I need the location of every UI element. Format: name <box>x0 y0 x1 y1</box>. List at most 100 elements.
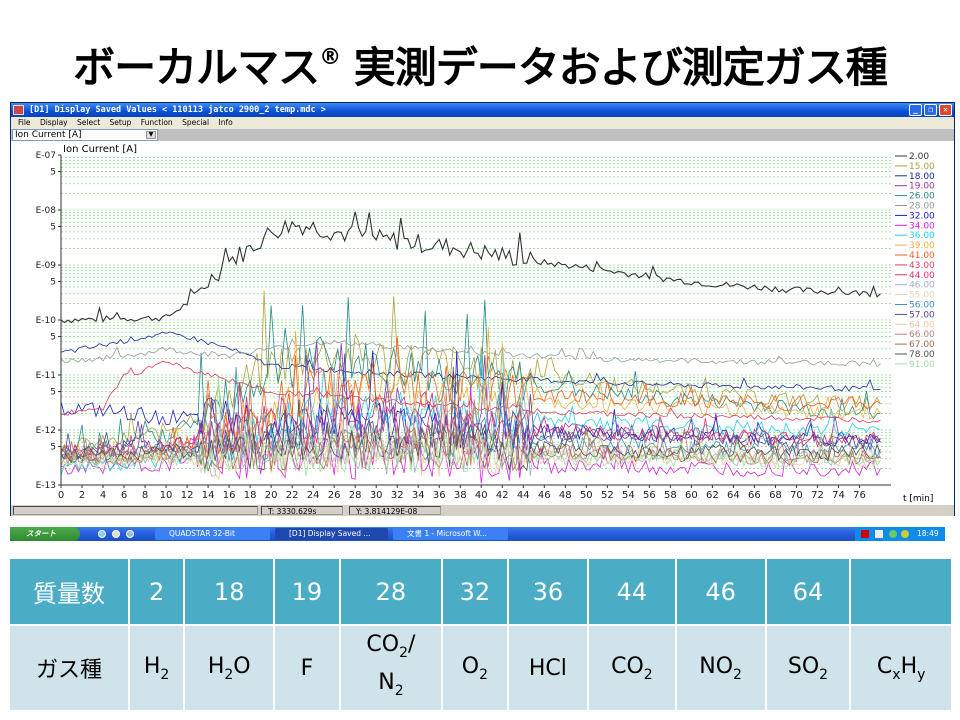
legend-label: 43.00 <box>909 261 935 271</box>
series-line-18-00 <box>60 331 881 392</box>
mass-number-cell: 44 <box>587 557 677 626</box>
media-icon[interactable] <box>112 530 120 538</box>
x-axis-label: t [min] <box>903 494 933 504</box>
taskbar: スタート QUADSTAR 32-Bit [D1] Display Saved … <box>10 527 945 541</box>
help-icon[interactable] <box>875 530 883 538</box>
series-line-36-00 <box>60 346 881 476</box>
legend-label: 28.00 <box>909 202 935 212</box>
x-tick-label: 28 <box>349 490 362 501</box>
x-tick-label: 56 <box>643 490 656 501</box>
y-tick-label: 5 <box>50 443 56 453</box>
x-tick-label: 4 <box>100 490 106 501</box>
x-tick-label: 6 <box>121 490 127 501</box>
task-word-document[interactable]: 文書 1 - Microsoft W... <box>393 528 508 540</box>
x-tick-label: 76 <box>853 490 866 501</box>
close-button[interactable]: ✕ <box>939 104 952 116</box>
legend-label: 26.00 <box>909 192 935 202</box>
x-tick-label: 10 <box>160 490 173 501</box>
desktop-icon[interactable] <box>126 530 134 538</box>
x-tick-label: 34 <box>412 490 425 501</box>
ie-icon[interactable] <box>98 530 106 538</box>
gas-species-row: ガス種 H2 H2O F CO2/N2 O2 HCl CO2 NO2 SO2 C… <box>8 624 953 712</box>
menu-select[interactable]: Select <box>77 117 100 129</box>
restore-button[interactable]: ❐ <box>924 104 937 116</box>
menu-info[interactable]: Info <box>218 117 232 129</box>
mass-number-cell: 46 <box>674 557 767 626</box>
x-tick-label: 20 <box>265 490 278 501</box>
gas-cell: SO2 <box>764 624 852 712</box>
mass-number-cell: 32 <box>441 557 509 626</box>
signal-select[interactable]: Ion Current [A] ▼ <box>12 129 158 141</box>
window-titlebar[interactable]: [D1] Display Saved Values < 110113 jatco… <box>11 103 954 117</box>
series-line-28-00 <box>60 337 881 368</box>
gas-cell: O2 <box>441 624 509 712</box>
chart-legend: 2.0015.0018.0019.0026.0028.0032.0034.003… <box>895 152 935 370</box>
gas-cell: CxHy <box>849 624 953 712</box>
registered-mark: ® <box>319 45 341 70</box>
chart-title: Ion Current [A] <box>63 144 137 155</box>
start-label: スタート <box>26 529 56 538</box>
task-quadstar[interactable]: QUADSTAR 32-Bit <box>155 528 270 540</box>
y-tick-label: 5 <box>50 223 56 233</box>
chevron-down-icon[interactable]: ▼ <box>146 131 156 139</box>
start-button[interactable]: スタート <box>10 527 80 541</box>
x-tick-label: 72 <box>811 490 824 501</box>
status-bar: T: 3330.629s Y: 3.814129E-08 <box>11 505 954 516</box>
gas-cell: NO2 <box>674 624 767 712</box>
mass-number-row: 質量数 2 18 19 28 32 36 44 46 64 <box>8 557 953 626</box>
slide-title: ボーカルマス® 実測データおよび測定ガス種 <box>0 28 960 98</box>
legend-label: 36.00 <box>909 231 935 241</box>
mass-number-cell: 28 <box>338 557 444 626</box>
x-tick-label: 32 <box>391 490 404 501</box>
x-tick-label: 48 <box>559 490 572 501</box>
gas-cell: HCl <box>506 624 590 712</box>
chart-area: E-07 5 E-08 5 E-09 5 E-10 5 E-11 5 E-12 5 E-13 0 2 4 6 8 1… <box>11 141 954 505</box>
legend-label: 18.00 <box>909 172 935 182</box>
mass-number-cell: 18 <box>183 557 276 626</box>
gas-cell: H2O <box>183 624 276 712</box>
status-empty <box>13 506 258 515</box>
status-y-value: Y: 3.814129E-08 <box>349 506 441 516</box>
x-tick-label: 30 <box>370 490 383 501</box>
y-tick-label: E-12 <box>36 426 56 436</box>
x-tick-label: 40 <box>475 490 488 501</box>
x-tick-label: 68 <box>769 490 782 501</box>
x-tick-label: 66 <box>748 490 761 501</box>
slide-title-main: ボーカルマス <box>73 43 320 92</box>
legend-label: 34.00 <box>909 221 935 231</box>
y-tick-label: E-13 <box>36 481 56 491</box>
x-tick-label: 50 <box>580 490 593 501</box>
x-tick-label: 2 <box>79 490 85 501</box>
menu-file[interactable]: File <box>18 117 31 129</box>
legend-label: 15.00 <box>909 162 935 172</box>
x-tick-label: 38 <box>454 490 467 501</box>
network-icon[interactable] <box>889 530 897 538</box>
legend-label: 46.00 <box>909 281 935 291</box>
y-tick-label: E-11 <box>36 371 56 381</box>
menu-special[interactable]: Special <box>182 117 209 129</box>
x-tick-label: 18 <box>244 490 257 501</box>
gas-species-header: ガス種 <box>8 624 130 712</box>
security-icon[interactable] <box>901 530 909 538</box>
x-tick-label: 26 <box>328 490 341 501</box>
legend-label: 55.00 <box>909 291 935 301</box>
x-tick-label: 60 <box>685 490 698 501</box>
app-window: [D1] Display Saved Values < 110113 jatco… <box>10 102 955 516</box>
minimize-button[interactable]: _ <box>909 104 922 116</box>
legend-label: 91.00 <box>909 360 935 370</box>
y-tick-label: 5 <box>50 333 56 343</box>
x-tick-label: 62 <box>706 490 719 501</box>
legend-label: 56.00 <box>909 301 935 311</box>
gas-table: 質量数 2 18 19 28 32 36 44 46 64 ガス種 H2 H2O… <box>8 557 953 712</box>
menu-setup[interactable]: Setup <box>110 117 132 129</box>
x-tick-label: 74 <box>832 490 845 501</box>
acrobat-icon[interactable] <box>861 530 869 538</box>
x-tick-label: 58 <box>664 490 677 501</box>
legend-label: 19.00 <box>909 182 935 192</box>
menu-function[interactable]: Function <box>141 117 173 129</box>
legend-label: 57.00 <box>909 310 935 320</box>
legend-label: 41.00 <box>909 251 935 261</box>
task-display-saved[interactable]: [D1] Display Saved ... <box>275 528 388 540</box>
menu-display[interactable]: Display <box>40 117 68 129</box>
x-tick-label: 14 <box>202 490 215 501</box>
